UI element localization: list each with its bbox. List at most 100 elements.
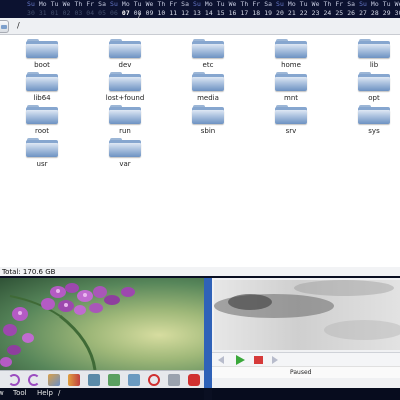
calendar-date[interactable]: 16 <box>229 9 237 17</box>
calendar-date[interactable]: 24 <box>323 9 331 17</box>
folder-item[interactable]: root <box>16 105 68 135</box>
calendar-weekday: We <box>394 0 400 8</box>
calendar-weekday-row: Su Mo Tu We Th Fr Sa Su Mo Tu We Th Fr S… <box>27 0 400 9</box>
calendar-weekday: Sa <box>264 0 273 8</box>
folder-item[interactable]: run <box>99 105 151 135</box>
file-manager-window: / boot dev etc home lib lib64 lost+found media m… <box>0 18 400 276</box>
calendar-weekday: Th <box>74 0 83 8</box>
folder-label: var <box>119 160 131 168</box>
calendar-date-row: 30 31 01 02 03 04 05 06 07 08 09 10 11 1… <box>27 9 400 18</box>
status-bar: Total: 170.6 GB <box>0 267 400 276</box>
calendar-date[interactable]: 23 <box>312 9 320 17</box>
calendar-date[interactable]: 22 <box>300 9 308 17</box>
calendar-bar: Su Mo Tu We Th Fr Sa Su Mo Tu We Th Fr S… <box>0 0 400 18</box>
next-icon[interactable] <box>272 356 278 364</box>
bottom-panel <box>212 388 400 400</box>
menu-view[interactable]: w <box>0 389 4 397</box>
calendar-weekday: Su <box>359 0 367 8</box>
photo-image <box>0 278 204 370</box>
rotate-right-icon[interactable] <box>28 374 40 386</box>
folder-item[interactable]: lib64 <box>16 72 68 102</box>
folder-label: lib <box>369 61 379 69</box>
calendar-weekday: Fr <box>86 0 95 8</box>
folder-label: boot <box>34 61 50 69</box>
calendar-date[interactable]: 30 <box>395 9 400 17</box>
calendar-date[interactable]: 11 <box>169 9 177 17</box>
calendar-date[interactable]: 12 <box>181 9 189 17</box>
folder-item[interactable]: mnt <box>265 72 317 102</box>
calendar-weekday: We <box>228 0 237 8</box>
calendar-date[interactable]: 26 <box>347 9 355 17</box>
panel-edge <box>204 278 212 388</box>
calendar-date[interactable]: 17 <box>240 9 248 17</box>
folder-item[interactable]: lost+found <box>99 72 151 102</box>
fullscreen-icon[interactable] <box>168 374 180 386</box>
folder-icon <box>26 105 58 124</box>
calendar-weekday: Th <box>240 0 249 8</box>
calendar-date[interactable]: 14 <box>205 9 213 17</box>
menu-tool[interactable]: Tool <box>13 389 27 397</box>
folder-item[interactable]: home <box>265 39 317 69</box>
menu-help[interactable]: Help <box>37 389 53 397</box>
calendar-date[interactable]: 10 <box>157 9 165 17</box>
mirror-icon[interactable] <box>68 374 80 386</box>
folder-item[interactable]: lib <box>348 39 400 69</box>
calendar-date[interactable]: 29 <box>383 9 391 17</box>
folder-label: root <box>34 127 50 135</box>
calendar-weekday: Mo <box>370 0 379 8</box>
folder-label: etc <box>202 61 214 69</box>
player-controls <box>212 352 400 366</box>
calendar-date[interactable]: 07 <box>122 9 130 17</box>
calendar-date[interactable]: 20 <box>276 9 284 17</box>
folder-item[interactable]: sys <box>348 105 400 135</box>
folder-item[interactable]: opt <box>348 72 400 102</box>
path-label[interactable]: / <box>17 21 20 30</box>
play-icon[interactable] <box>236 355 245 365</box>
folder-icon <box>192 72 224 91</box>
folder-icon <box>26 39 58 58</box>
folder-icon <box>26 72 58 91</box>
folder-label: home <box>281 61 301 69</box>
calendar-date[interactable]: 15 <box>217 9 225 17</box>
calendar-date-previous: 02 <box>62 9 71 17</box>
calendar-date[interactable]: 28 <box>371 9 379 17</box>
delete-icon[interactable] <box>148 374 160 386</box>
calendar-weekday: Su <box>276 0 284 8</box>
calendar-weekday: We <box>62 0 71 8</box>
folder-label: sbin <box>200 127 216 135</box>
calendar-date[interactable]: 27 <box>359 9 367 17</box>
calendar-weekday: Sa <box>347 0 356 8</box>
stop-icon[interactable] <box>254 356 263 364</box>
folder-item[interactable]: boot <box>16 39 68 69</box>
calendar-date[interactable]: 18 <box>252 9 260 17</box>
folder-item[interactable]: usr <box>16 138 68 168</box>
folder-item[interactable]: dev <box>99 39 151 69</box>
folder-item[interactable]: etc <box>182 39 234 69</box>
folder-icon <box>358 72 390 91</box>
folder-item[interactable]: srv <box>265 105 317 135</box>
calendar-date[interactable]: 13 <box>193 9 201 17</box>
path-root-button[interactable] <box>0 20 9 33</box>
close-icon[interactable] <box>188 374 200 386</box>
calendar-date-previous: 31 <box>38 9 47 17</box>
previous-icon[interactable] <box>218 356 224 364</box>
folder-label: dev <box>118 61 132 69</box>
calendar-date[interactable]: 25 <box>335 9 343 17</box>
status-text: Total: 170.6 GB <box>2 268 56 276</box>
calendar-date[interactable]: 19 <box>264 9 272 17</box>
print-icon[interactable] <box>88 374 100 386</box>
calendar-date[interactable]: 21 <box>288 9 296 17</box>
properties-icon[interactable] <box>128 374 140 386</box>
calendar-weekday: Mo <box>287 0 296 8</box>
calendar-date-previous: 06 <box>110 9 118 17</box>
save-icon[interactable] <box>108 374 120 386</box>
folder-icon <box>358 39 390 58</box>
menu-slash: / <box>58 389 61 397</box>
calendar-date[interactable]: 09 <box>146 9 154 17</box>
folder-item[interactable]: var <box>99 138 151 168</box>
folder-item[interactable]: media <box>182 72 234 102</box>
folder-icon <box>275 39 307 58</box>
rotate-left-icon[interactable] <box>8 374 20 386</box>
flip-icon[interactable] <box>48 374 60 386</box>
folder-item[interactable]: sbin <box>182 105 234 135</box>
